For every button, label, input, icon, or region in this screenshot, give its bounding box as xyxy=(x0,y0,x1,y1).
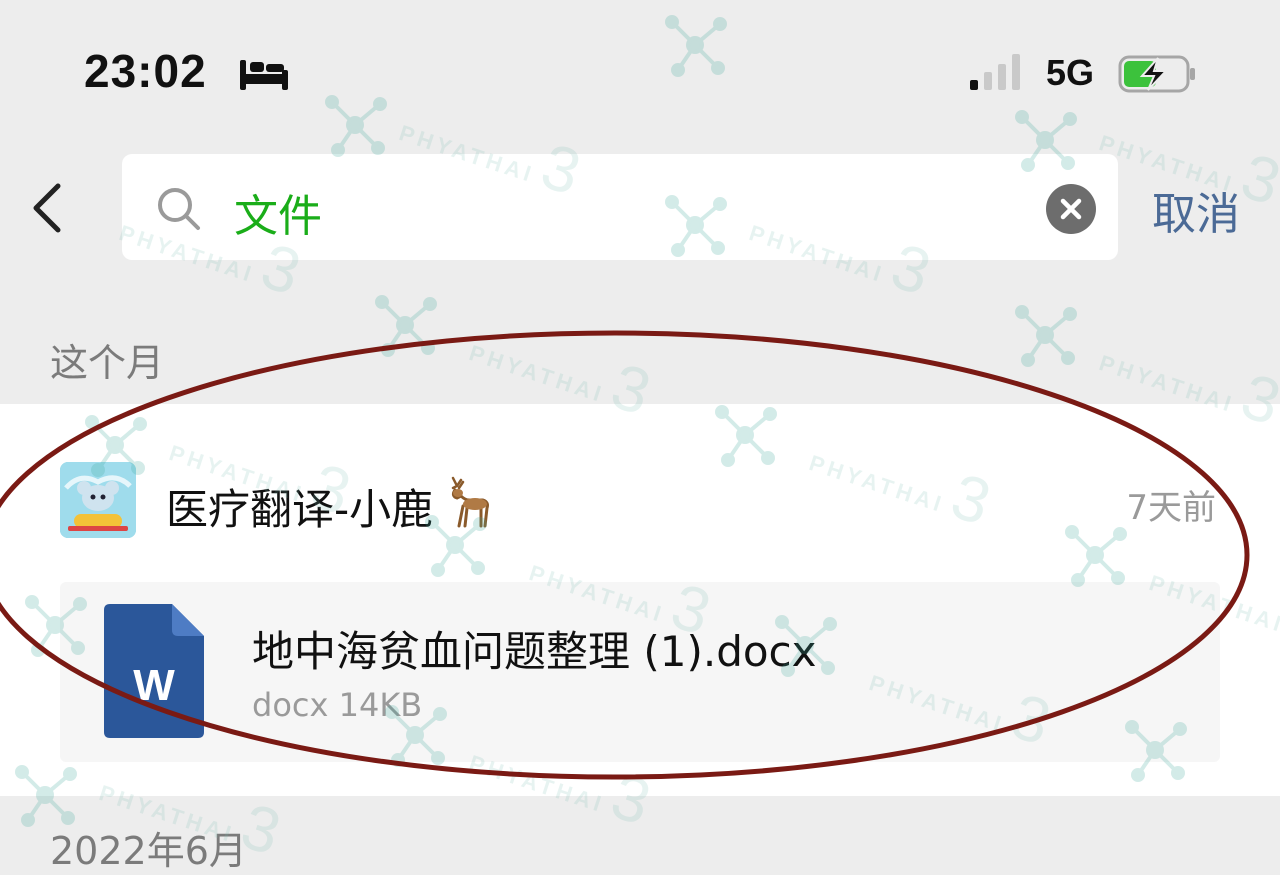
status-time: 23:02 xyxy=(84,45,207,97)
search-input[interactable]: 文件 xyxy=(234,180,322,244)
chat-name-text: 医疗翻译-小鹿 xyxy=(166,485,434,534)
battery-charging-icon xyxy=(1118,55,1195,93)
cancel-button[interactable]: 取消 xyxy=(1152,178,1240,242)
deer-icon xyxy=(451,476,490,528)
svg-text:W: W xyxy=(133,661,175,710)
search-field[interactable]: 文件 xyxy=(122,154,1118,260)
signal-icon xyxy=(970,54,1020,90)
search-icon xyxy=(158,188,200,230)
chat-avatar xyxy=(60,462,136,538)
clear-search-icon[interactable] xyxy=(1046,184,1096,234)
file-attachment[interactable]: W 地中海贫血问题整理 (1).docx docx 14KB xyxy=(60,582,1220,762)
section-header-this-month: 这个月 xyxy=(50,341,165,385)
chat-name: 医疗翻译-小鹿 xyxy=(166,474,495,537)
back-icon[interactable] xyxy=(26,180,70,236)
network-label: 5G xyxy=(1046,52,1095,93)
result-time: 7天前 xyxy=(1126,488,1216,528)
bed-icon xyxy=(240,60,288,90)
section-header-2022-june: 2022年6月 xyxy=(50,829,247,873)
status-bar: 23:02 5G xyxy=(0,0,1280,140)
file-name: 地中海贫血问题整理 (1).docx xyxy=(252,627,817,676)
file-meta: docx 14KB xyxy=(252,686,423,724)
search-result[interactable]: 医疗翻译-小鹿 7天前 W 地中海贫血问题整理 (1).docx docx 14… xyxy=(0,404,1280,796)
word-document-icon: W xyxy=(104,604,204,738)
